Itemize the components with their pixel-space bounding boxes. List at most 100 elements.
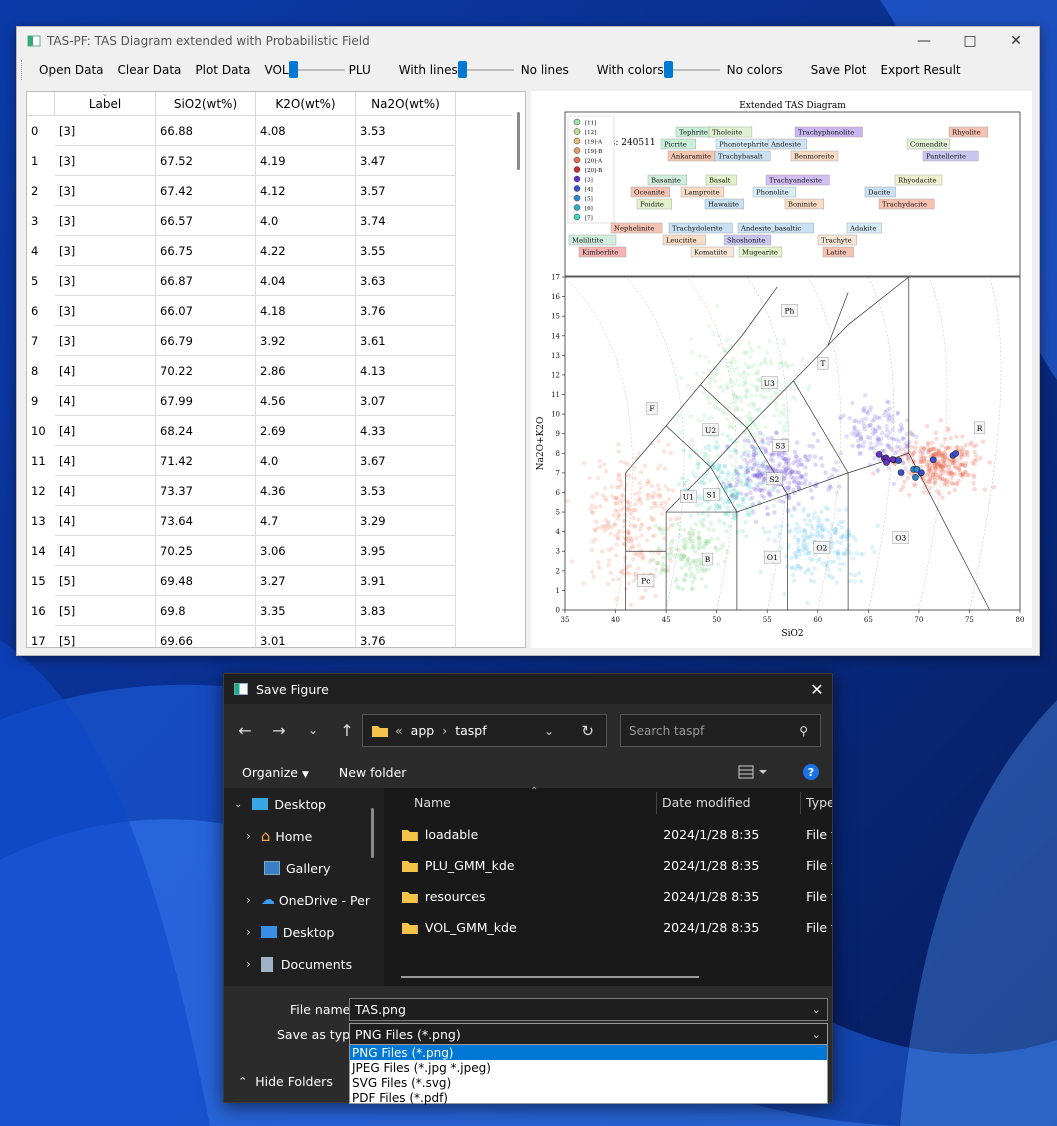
table-row[interactable]: 15 [5] 69.48 3.27 3.91	[27, 566, 456, 596]
nav-item-onedrive[interactable]: › ☁ OneDrive - Per	[224, 884, 384, 916]
nav-pane-scrollbar[interactable]	[371, 808, 374, 858]
file-name-input[interactable]: TAS.png ⌄	[349, 998, 828, 1021]
table-row[interactable]: 12 [4] 73.37 4.36 3.53	[27, 476, 456, 506]
table-cell[interactable]: 73.37	[156, 476, 256, 506]
table-cell[interactable]: 4.04	[256, 266, 356, 296]
chevron-right-icon[interactable]: ›	[246, 893, 251, 907]
table-cell[interactable]: 4.0	[256, 446, 356, 476]
table-cell[interactable]: 3.35	[256, 596, 356, 626]
table-cell[interactable]: 66.07	[156, 296, 256, 326]
new-folder-button[interactable]: New folder	[339, 765, 407, 780]
column-type[interactable]: Type	[806, 788, 832, 816]
table-cell[interactable]: 4.08	[256, 116, 356, 146]
table-cell[interactable]: 2.86	[256, 356, 356, 386]
row-index[interactable]: 0	[27, 116, 55, 146]
nav-item-desktop-2[interactable]: › Desktop	[224, 916, 384, 948]
table-cell[interactable]: 4.36	[256, 476, 356, 506]
scrollbar-thumb[interactable]	[517, 112, 520, 170]
table-row[interactable]: 17 [5] 69.66 3.01 3.76	[27, 626, 456, 647]
table-cell[interactable]: 3.76	[356, 296, 456, 326]
table-cell[interactable]: [3]	[55, 296, 156, 326]
table-cell[interactable]: 3.92	[256, 326, 356, 356]
minimize-button[interactable]: —	[901, 27, 947, 55]
table-cell[interactable]: 3.53	[356, 116, 456, 146]
table-cell[interactable]: 3.63	[356, 266, 456, 296]
table-cell[interactable]: 66.57	[156, 206, 256, 236]
row-index[interactable]: 5	[27, 266, 55, 296]
clear-data-button[interactable]: Clear Data	[111, 63, 189, 77]
save-as-type-select[interactable]: PNG Files (*.png) ⌄	[349, 1023, 828, 1046]
table-cell[interactable]: 73.64	[156, 506, 256, 536]
row-index[interactable]: 7	[27, 326, 55, 356]
table-cell[interactable]: [3]	[55, 176, 156, 206]
table-row[interactable]: 4 [3] 66.75 4.22 3.55	[27, 236, 456, 266]
vol-plu-slider[interactable]	[288, 60, 345, 80]
table-cell[interactable]: [4]	[55, 476, 156, 506]
table-row[interactable]: 5 [3] 66.87 4.04 3.63	[27, 266, 456, 296]
option-pdf[interactable]: PDF Files (*.pdf)	[350, 1090, 827, 1105]
table-cell[interactable]: [4]	[55, 356, 156, 386]
table-cell[interactable]: [3]	[55, 236, 156, 266]
row-index[interactable]: 16	[27, 596, 55, 626]
chevron-down-icon[interactable]: ⌄	[812, 1028, 821, 1041]
table-row[interactable]: 11 [4] 71.42 4.0 3.67	[27, 446, 456, 476]
table-cell[interactable]: 4.19	[256, 146, 356, 176]
table-cell[interactable]: 4.0	[256, 206, 356, 236]
table-cell[interactable]: 66.75	[156, 236, 256, 266]
row-index[interactable]: 13	[27, 506, 55, 536]
table-cell[interactable]: [5]	[55, 566, 156, 596]
chevron-right-icon[interactable]: ›	[246, 957, 251, 971]
table-cell[interactable]: 67.42	[156, 176, 256, 206]
chevron-down-icon[interactable]: ⌄	[234, 799, 242, 810]
table-row[interactable]: 13 [4] 73.64 4.7 3.29	[27, 506, 456, 536]
table-cell[interactable]: 4.22	[256, 236, 356, 266]
row-index[interactable]: 10	[27, 416, 55, 446]
data-table[interactable]: ⌄ Label SiO2(wt%) K2O(wt%) Na2O(wt%) 0 [3]…	[26, 91, 526, 648]
table-cell[interactable]: 3.76	[356, 626, 456, 647]
recent-locations-button[interactable]: ⌄	[296, 723, 330, 737]
corner-cell[interactable]	[27, 92, 55, 115]
table-scrollbar[interactable]	[512, 92, 525, 647]
open-data-button[interactable]: Open Data	[32, 63, 111, 77]
table-cell[interactable]: 3.55	[356, 236, 456, 266]
chevron-right-icon[interactable]: ›	[246, 829, 251, 843]
chevron-down-icon[interactable]: ⌄	[812, 1003, 821, 1016]
table-cell[interactable]: [3]	[55, 266, 156, 296]
nav-item-documents[interactable]: › Documents	[224, 948, 384, 980]
table-cell[interactable]: 3.53	[356, 476, 456, 506]
table-cell[interactable]: [4]	[55, 536, 156, 566]
table-row[interactable]: 2 [3] 67.42 4.12 3.57	[27, 176, 456, 206]
table-cell[interactable]: [3]	[55, 206, 156, 236]
nav-item-gallery[interactable]: Gallery	[224, 852, 384, 884]
view-options-button[interactable]	[738, 764, 768, 783]
up-button[interactable]: ↑	[330, 721, 364, 740]
row-index[interactable]: 12	[27, 476, 55, 506]
table-cell[interactable]: [3]	[55, 146, 156, 176]
address-bar[interactable]: « app › taspf ⌄ ↻	[362, 714, 607, 747]
table-cell[interactable]: 4.13	[356, 356, 456, 386]
row-index[interactable]: 4	[27, 236, 55, 266]
help-icon[interactable]: ?	[803, 764, 819, 780]
row-index[interactable]: 11	[27, 446, 55, 476]
column-date-modified[interactable]: Date modified	[662, 788, 751, 816]
table-cell[interactable]: 70.22	[156, 356, 256, 386]
file-row[interactable]: PLU_GMM_kde 2024/1/28 8:35 File fo	[384, 850, 832, 881]
table-cell[interactable]: 69.8	[156, 596, 256, 626]
row-index[interactable]: 2	[27, 176, 55, 206]
maximize-button[interactable]: □	[947, 27, 993, 55]
table-row[interactable]: 1 [3] 67.52 4.19 3.47	[27, 146, 456, 176]
table-cell[interactable]: 66.87	[156, 266, 256, 296]
row-index[interactable]: 15	[27, 566, 55, 596]
table-cell[interactable]: 3.74	[356, 206, 456, 236]
column-header-na2o[interactable]: Na2O(wt%)	[356, 92, 456, 115]
row-index[interactable]: 9	[27, 386, 55, 416]
row-index[interactable]: 1	[27, 146, 55, 176]
file-row[interactable]: VOL_GMM_kde 2024/1/28 8:35 File fo	[384, 912, 832, 943]
table-cell[interactable]: [5]	[55, 626, 156, 647]
column-header-k2o[interactable]: K2O(wt%)	[256, 92, 356, 115]
row-index[interactable]: 17	[27, 626, 55, 647]
option-png[interactable]: PNG Files (*.png)	[350, 1045, 827, 1060]
table-cell[interactable]: 3.47	[356, 146, 456, 176]
hide-folders-button[interactable]: ⌃ Hide Folders	[238, 1074, 333, 1089]
row-index[interactable]: 14	[27, 536, 55, 566]
